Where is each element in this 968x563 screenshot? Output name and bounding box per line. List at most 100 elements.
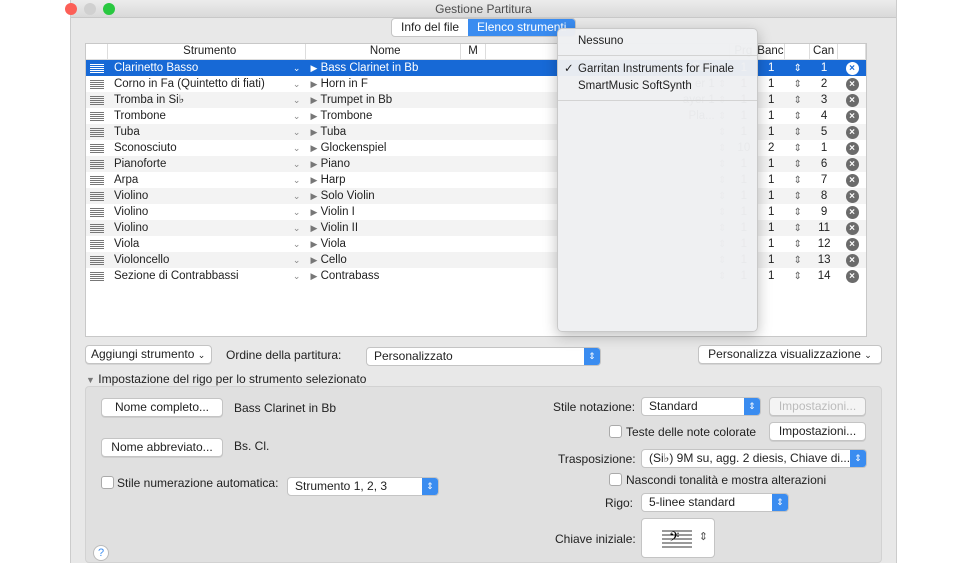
staff-type-select[interactable]: 5-linee standard ⇕ (641, 493, 789, 512)
channel-cell[interactable]: 1 (810, 140, 838, 156)
stepper-arrows-icon[interactable]: ⇕ (793, 207, 801, 218)
menu-item-garritan[interactable]: ✓ Garritan Instruments for Finale (558, 61, 757, 78)
drag-handle[interactable] (86, 140, 108, 156)
remove-instrument-icon[interactable]: × (845, 126, 859, 139)
channel-cell[interactable]: 14 (810, 268, 838, 284)
name-cell[interactable]: ▶ Solo Violin (306, 188, 461, 204)
chevron-down-icon[interactable]: ⌄ (293, 252, 301, 268)
instrument-cell[interactable]: Pianoforte ⌄ (108, 156, 307, 172)
bank-cell[interactable]: 1 (757, 156, 785, 172)
menu-item-none[interactable]: Nessuno (558, 33, 757, 50)
bank-cell[interactable]: 1 (757, 236, 785, 252)
name-cell[interactable]: ▶ Violin II (306, 220, 461, 236)
instrument-cell[interactable]: Arpa ⌄ (108, 172, 307, 188)
disclosure-triangle-icon[interactable]: ▶ (310, 95, 317, 105)
channel-cell[interactable]: 9 (810, 204, 838, 220)
auto-numbering-checkbox[interactable] (101, 476, 114, 489)
bank-cell[interactable]: 2 (757, 140, 785, 156)
instrument-cell[interactable]: Violino ⌄ (108, 204, 307, 220)
instrument-cell[interactable]: Tromba in Si♭ ⌄ (108, 92, 307, 108)
bank-cell[interactable]: 1 (757, 268, 785, 284)
auto-numbering-select[interactable]: Strumento 1, 2, 3 ⇕ (287, 477, 439, 496)
instrument-cell[interactable]: Sezione di Contrabbassi ⌄ (108, 268, 307, 284)
disclosure-triangle-icon[interactable]: ▶ (310, 191, 317, 201)
bank-cell[interactable]: 1 (757, 204, 785, 220)
name-cell[interactable]: ▶ Bass Clarinet in Bb (306, 60, 461, 76)
column-header-stepper[interactable] (785, 44, 811, 59)
disclosure-triangle-icon[interactable]: ▶ (310, 207, 317, 217)
column-header-nome[interactable]: Nome (306, 44, 462, 59)
instrument-cell[interactable]: Tuba ⌄ (108, 124, 307, 140)
stepper-arrows-icon[interactable]: ⇕ (793, 111, 801, 122)
channel-cell[interactable]: 11 (810, 220, 838, 236)
notation-style-select[interactable]: Standard ⇕ (641, 397, 761, 416)
stepper-arrows-icon[interactable]: ⇕ (793, 255, 801, 266)
drag-handle[interactable] (86, 108, 108, 124)
name-cell[interactable]: ▶ Trombone (306, 108, 461, 124)
instrument-cell[interactable]: Trombone ⌄ (108, 108, 307, 124)
name-cell[interactable]: ▶ Cello (306, 252, 461, 268)
instrument-cell[interactable]: Sconosciuto ⌄ (108, 140, 307, 156)
name-cell[interactable]: ▶ Contrabass (306, 268, 461, 284)
chevron-down-icon[interactable]: ⌄ (293, 92, 301, 108)
drag-handle[interactable] (86, 188, 108, 204)
chevron-down-icon[interactable]: ⌄ (293, 140, 301, 156)
name-cell[interactable]: ▶ Viola (306, 236, 461, 252)
disclosure-triangle-icon[interactable]: ▶ (310, 127, 317, 137)
remove-instrument-icon[interactable]: × (845, 142, 859, 155)
chevron-down-icon[interactable]: ⌄ (293, 204, 301, 220)
name-cell[interactable]: ▶ Glockenspiel (306, 140, 461, 156)
channel-cell[interactable]: 3 (810, 92, 838, 108)
chevron-down-icon[interactable]: ⌄ (293, 156, 301, 172)
score-order-select[interactable]: Personalizzato ⇕ (366, 347, 601, 366)
channel-cell[interactable]: 6 (810, 156, 838, 172)
stepper-arrows-icon[interactable]: ⇕ (793, 239, 801, 250)
instrument-cell[interactable]: Violino ⌄ (108, 220, 307, 236)
stepper-arrows-icon[interactable]: ⇕ (793, 175, 801, 186)
bank-cell[interactable]: 1 (757, 220, 785, 236)
channel-cell[interactable]: 7 (810, 172, 838, 188)
name-cell[interactable]: ▶ Harp (306, 172, 461, 188)
column-header-handle[interactable] (86, 44, 108, 59)
bank-cell[interactable]: 1 (757, 76, 785, 92)
initial-clef-picker[interactable]: 𝄢 ⇕ (641, 518, 715, 558)
stepper-arrows-icon[interactable]: ⇕ (793, 79, 801, 90)
stepper-arrows-icon[interactable]: ⇕ (793, 95, 801, 106)
bank-cell[interactable]: 1 (757, 252, 785, 268)
bank-cell[interactable]: 1 (757, 108, 785, 124)
disclosure-triangle-icon[interactable]: ▶ (310, 175, 317, 185)
noteheads-settings-button[interactable]: Impostazioni... (769, 422, 866, 441)
remove-instrument-icon[interactable]: × (845, 190, 859, 203)
remove-instrument-icon[interactable]: × (845, 110, 859, 123)
channel-cell[interactable]: 12 (810, 236, 838, 252)
bank-cell[interactable]: 1 (757, 172, 785, 188)
name-cell[interactable]: ▶ Violin I (306, 204, 461, 220)
chevron-down-icon[interactable]: ⌄ (293, 220, 301, 236)
remove-instrument-icon[interactable]: × (845, 254, 859, 267)
column-header-strumento[interactable]: Strumento (108, 44, 307, 59)
drag-handle[interactable] (86, 124, 108, 140)
stepper-arrows-icon[interactable]: ⇕ (793, 271, 801, 282)
disclosure-triangle-icon[interactable]: ▶ (310, 111, 317, 121)
instrument-cell[interactable]: Clarinetto Basso ⌄ (108, 60, 307, 76)
remove-instrument-icon[interactable]: × (845, 270, 859, 283)
drag-handle[interactable] (86, 204, 108, 220)
instrument-cell[interactable]: Corno in Fa (Quintetto di fiati) ⌄ (108, 76, 307, 92)
column-header-can[interactable]: Can (810, 44, 839, 59)
drag-handle[interactable] (86, 268, 108, 284)
chevron-down-icon[interactable]: ⌄ (293, 268, 301, 284)
disclosure-triangle-icon[interactable]: ▶ (310, 271, 317, 281)
staff-section-header[interactable]: ▼ Impostazione del rigo per lo strumento… (86, 372, 366, 386)
column-header-banco[interactable]: Banco (757, 44, 786, 59)
bank-cell[interactable]: 1 (757, 188, 785, 204)
instrument-cell[interactable]: Viola ⌄ (108, 236, 307, 252)
stepper-arrows-icon[interactable]: ⇕ (793, 191, 801, 202)
chevron-down-icon[interactable]: ⌄ (293, 108, 301, 124)
disclosure-triangle-icon[interactable]: ▶ (310, 143, 317, 153)
channel-cell[interactable]: 2 (810, 76, 838, 92)
drag-handle[interactable] (86, 172, 108, 188)
remove-instrument-icon[interactable]: × (845, 222, 859, 235)
close-window-button[interactable] (65, 3, 77, 15)
drag-handle[interactable] (86, 156, 108, 172)
channel-cell[interactable]: 5 (810, 124, 838, 140)
